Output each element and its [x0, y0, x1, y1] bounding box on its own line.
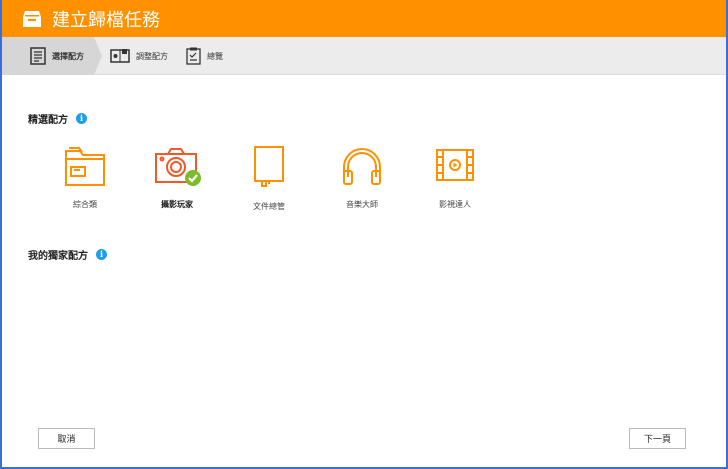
next-button[interactable]: 下一頁: [629, 428, 686, 449]
recipe-documents[interactable]: 文件總管: [229, 145, 309, 212]
title-bar: 建立歸檔任務: [2, 0, 726, 37]
info-icon[interactable]: i: [96, 249, 107, 260]
recipe-label: 影視達人: [439, 200, 471, 209]
clipboard-check-icon: [186, 47, 201, 65]
wizard-steps: 選擇配方 調整配方 總覽: [2, 37, 726, 75]
step-overview[interactable]: 總覽: [186, 37, 223, 75]
recipe-label: 攝影玩家: [161, 200, 193, 209]
open-book-icon: [110, 49, 130, 63]
step-adjust-recipe[interactable]: 調整配方: [110, 37, 168, 75]
recipe-music[interactable]: 音樂大師: [322, 145, 402, 210]
recipe-label: 音樂大師: [346, 200, 378, 209]
dialog-window: 建立歸檔任務 選擇配方 調整配方 總覽 精選配方 i 綜合類 攝影玩家 文件總管…: [0, 0, 728, 469]
archive-box-icon: [23, 10, 41, 27]
camera-icon: [155, 148, 201, 186]
recipe-photographer[interactable]: 攝影玩家: [137, 145, 217, 210]
section-title: 我的獨家配方: [28, 251, 88, 262]
list-document-icon: [30, 47, 46, 65]
cancel-button[interactable]: 取消: [38, 428, 95, 449]
recipe-general[interactable]: 綜合類: [45, 145, 125, 210]
featured-recipes-heading: 精選配方 i: [28, 111, 87, 126]
my-recipes-heading: 我的獨家配方 i: [28, 247, 107, 262]
window-title: 建立歸檔任務: [52, 9, 160, 31]
headphones-icon: [343, 148, 381, 185]
info-icon[interactable]: i: [76, 113, 87, 124]
step-label: 選擇配方: [52, 51, 84, 61]
film-icon: [436, 149, 474, 181]
recipe-video[interactable]: 影視達人: [415, 145, 495, 210]
recipe-label: 文件總管: [253, 202, 285, 211]
step-select-recipe[interactable]: 選擇配方: [2, 37, 102, 75]
section-title: 精選配方: [28, 115, 68, 126]
book-icon: [254, 146, 284, 187]
folder-icon: [65, 147, 105, 186]
recipe-label: 綜合類: [73, 200, 97, 209]
step-label: 總覽: [207, 51, 223, 61]
step-label: 調整配方: [136, 51, 168, 61]
